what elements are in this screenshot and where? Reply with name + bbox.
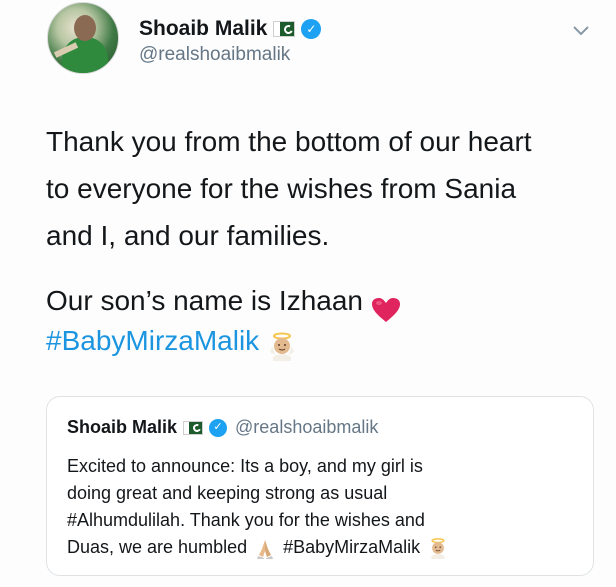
tweet-text-line: Thank you from the bottom of our heart — [46, 126, 532, 157]
verified-badge-icon: ✓ — [209, 418, 228, 437]
quoted-author-name: Shoaib Malik — [67, 417, 178, 437]
quoted-hashtag: #BabyMirzaMalik — [283, 537, 421, 557]
baby-angel-icon — [427, 537, 449, 560]
pakistan-flag-icon — [273, 21, 296, 37]
pakistan-flag-icon — [183, 420, 204, 435]
quoted-tweet[interactable]: Shoaib Malik ✓ @realshoaibmalik Excited … — [46, 396, 594, 576]
avatar-shirt — [62, 37, 108, 73]
author-name[interactable]: Shoaib Malik — [139, 17, 267, 41]
tweet-card: Shoaib Malik ✓ @realshoaibmalik Thank yo… — [0, 0, 616, 587]
folded-hands-icon — [254, 537, 276, 560]
avatar[interactable] — [47, 2, 119, 74]
hashtag-link[interactable]: #BabyMirzaMalik — [46, 325, 259, 356]
son-name-text: Our son’s name is Izhaan — [46, 285, 363, 316]
verified-badge-icon: ✓ — [301, 19, 322, 39]
chevron-down-icon[interactable] — [572, 22, 590, 40]
quoted-text-line: #Alhumdulilah. Thank you for the wishes … — [67, 510, 425, 530]
tweet-text-line: #BabyMirzaMalik — [46, 317, 606, 364]
quoted-text-segment: Duas, we are humbled — [67, 537, 248, 557]
red-heart-icon — [371, 290, 401, 322]
author-name-row[interactable]: Shoaib Malik ✓ — [139, 17, 322, 41]
baby-angel-icon — [267, 328, 297, 361]
quoted-text-line: Duas, we are humbled #BabyMirzaMalik — [67, 534, 587, 561]
tweet-text-line: and I, and our families. — [46, 220, 330, 251]
quoted-author-handle: @realshoaibmalik — [235, 417, 379, 437]
quoted-tweet-header: Shoaib Malik ✓ @realshoaibmalik — [67, 417, 378, 438]
quoted-text-line: doing great and keeping strong as usual — [67, 483, 388, 503]
avatar-head — [74, 15, 96, 41]
tweet-text-line: to everyone for the wishes from Sania — [46, 173, 517, 204]
author-handle[interactable]: @realshoaibmalik — [139, 44, 290, 66]
quoted-text-line: Excited to announce: Its a boy, and my g… — [67, 456, 423, 476]
